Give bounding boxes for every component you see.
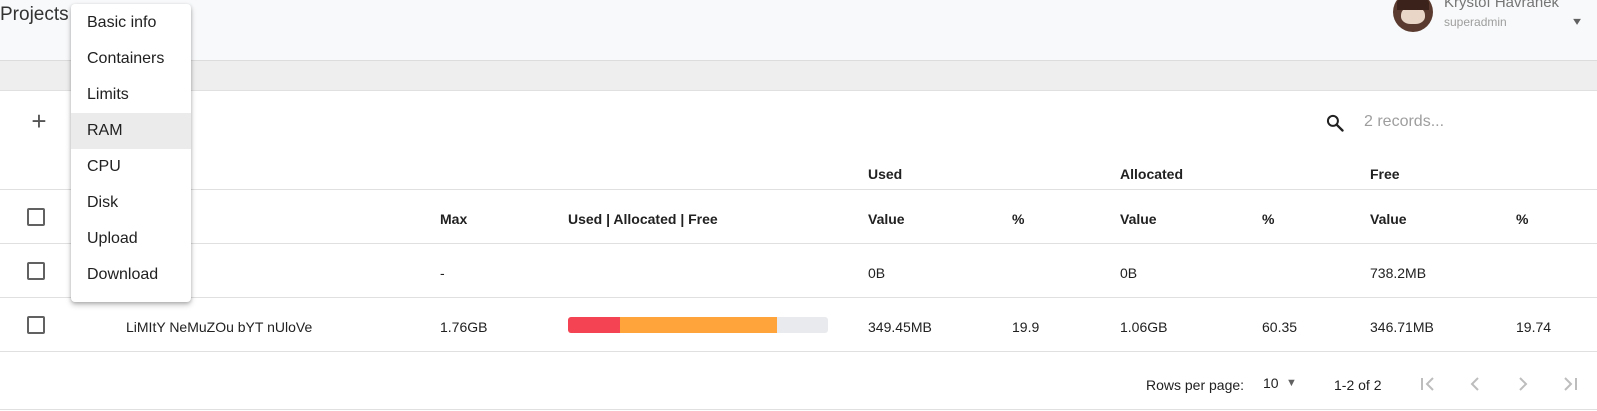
group-header-free: Free <box>1370 166 1400 182</box>
next-page-icon[interactable] <box>1511 372 1535 396</box>
divider <box>0 189 1597 190</box>
menu-item-upload[interactable]: Upload <box>71 221 191 257</box>
row-max: - <box>440 265 445 281</box>
column-header-used-value[interactable]: Value <box>868 211 905 227</box>
row-name: LiMItY NeMuZOu bYT nUloVe <box>126 319 313 335</box>
row-free-pct: 19.74 <box>1516 319 1552 335</box>
menu-item-download[interactable]: Download <box>71 257 191 293</box>
subheader-band <box>0 61 1597 91</box>
row-allocated-pct: 60.35 <box>1262 319 1298 335</box>
column-header-allocated-value[interactable]: Value <box>1120 211 1157 227</box>
usage-bar-allocated-segment <box>619 317 777 333</box>
column-header-used-pct[interactable]: % <box>1012 211 1024 227</box>
menu-item-ram[interactable]: RAM <box>71 113 191 149</box>
magnifier-icon[interactable] <box>1325 113 1345 133</box>
user-name: Krystof Havranek <box>1444 0 1560 11</box>
resources-card: + Used Allocated Free Max Used | Allocat… <box>0 91 1597 411</box>
menu-item-containers[interactable]: Containers <box>71 41 191 77</box>
menu-item-cpu[interactable]: CPU <box>71 149 191 185</box>
row-used-pct: 19.9 <box>1012 319 1040 335</box>
column-menu: Basic info Containers Limits RAM CPU Dis… <box>71 4 191 302</box>
menu-item-limits[interactable]: Limits <box>71 77 191 113</box>
column-header-allocated-pct[interactable]: % <box>1262 211 1274 227</box>
app-root: Projects Krystof Havranek superadmin ▾ +… <box>0 0 1597 411</box>
first-page-icon[interactable] <box>1416 372 1440 396</box>
column-header-free-value[interactable]: Value <box>1370 211 1407 227</box>
page-title: Projects <box>0 4 69 25</box>
row-max: 1.76GB <box>440 319 488 335</box>
row-free-value: 346.71MB <box>1370 319 1434 335</box>
select-all-checkbox[interactable] <box>27 208 45 226</box>
add-button[interactable]: + <box>24 106 54 136</box>
divider <box>0 243 1597 244</box>
column-header-max[interactable]: Max <box>440 211 467 227</box>
pagination-range: 1-2 of 2 <box>1334 377 1382 393</box>
search-input[interactable] <box>1364 109 1564 135</box>
usage-bar-used-segment <box>568 317 620 333</box>
rows-per-page-select[interactable]: 10 <box>1263 375 1279 391</box>
user-menu[interactable]: Krystof Havranek superadmin ▾ <box>1393 0 1597 40</box>
usage-bar <box>568 317 828 333</box>
divider <box>0 351 1597 352</box>
avatar[interactable] <box>1393 0 1433 32</box>
caret-down-icon[interactable]: ▾ <box>1573 14 1581 28</box>
group-header-allocated: Allocated <box>1120 166 1184 182</box>
column-header-usage-bar: Used | Allocated | Free <box>568 211 718 227</box>
column-header-free-pct[interactable]: % <box>1516 211 1528 227</box>
group-header-used: Used <box>868 166 903 182</box>
row-allocated-value: 1.06GB <box>1120 319 1168 335</box>
divider <box>0 409 1597 410</box>
row-checkbox[interactable] <box>27 316 45 334</box>
user-role: superadmin <box>1444 15 1507 29</box>
row-used-value: 0B <box>868 265 886 281</box>
last-page-icon[interactable] <box>1558 372 1582 396</box>
caret-down-icon[interactable]: ▼ <box>1286 377 1297 389</box>
row-allocated-value: 0B <box>1120 265 1138 281</box>
divider <box>0 297 1597 298</box>
row-used-value: 349.45MB <box>868 319 932 335</box>
menu-item-basic-info[interactable]: Basic info <box>71 5 191 41</box>
rows-per-page-label: Rows per page: <box>1146 377 1245 393</box>
row-free-value: 738.2MB <box>1370 265 1427 281</box>
menu-item-disk[interactable]: Disk <box>71 185 191 221</box>
plus-icon: + <box>31 106 47 136</box>
top-bar: Projects Krystof Havranek superadmin ▾ <box>0 0 1597 61</box>
previous-page-icon[interactable] <box>1463 372 1487 396</box>
row-checkbox[interactable] <box>27 262 45 280</box>
